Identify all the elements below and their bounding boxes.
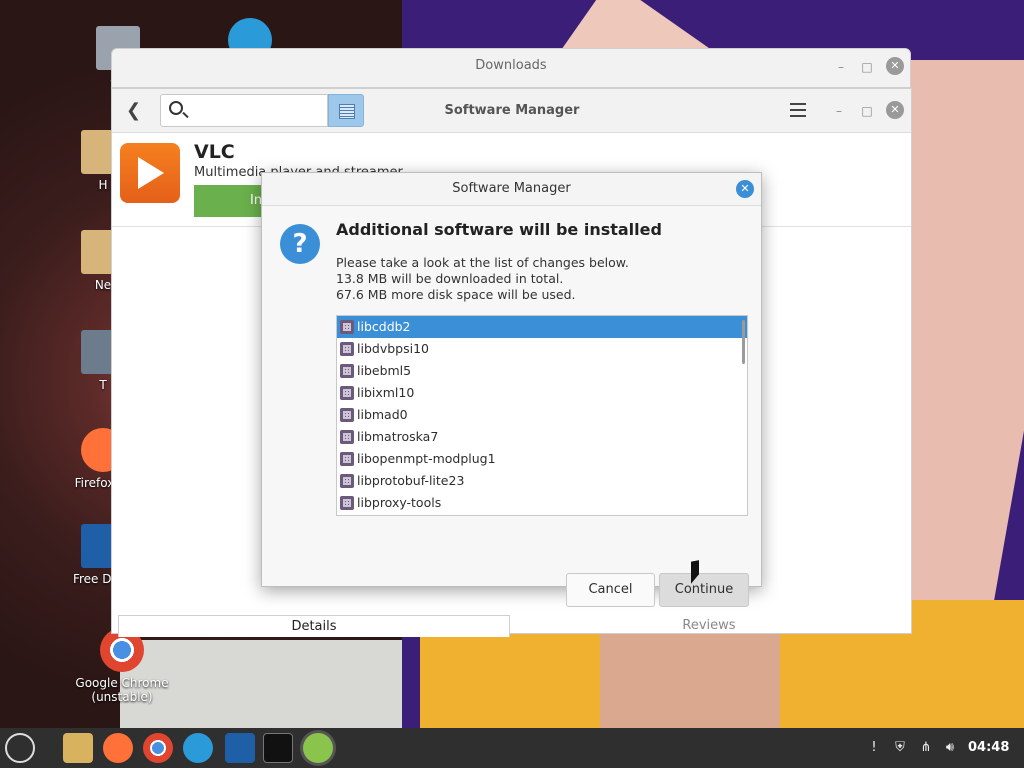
package-icon — [340, 496, 354, 510]
search-icon — [169, 101, 183, 115]
software-manager-icon[interactable] — [303, 733, 333, 763]
desktop-icon-google-chrome[interactable]: Google Chrome (unstable) — [74, 628, 170, 704]
question-icon: ? — [280, 224, 320, 264]
package-icon — [340, 320, 354, 334]
message-line: 13.8 MB will be downloaded in total. — [336, 271, 564, 286]
taskbar: ! ⛨ ⋔ 🔊︎ 04:48 — [0, 728, 1024, 768]
dialog-heading: Additional software will be installed — [336, 220, 662, 239]
list-item[interactable]: libmad0 — [337, 404, 747, 426]
hamburger-menu-icon[interactable] — [790, 103, 806, 117]
back-button[interactable]: ❮ — [126, 100, 141, 121]
package-icon — [340, 386, 354, 400]
package-icon — [340, 342, 354, 356]
tab-reviews[interactable]: Reviews — [510, 615, 908, 637]
files-icon[interactable] — [63, 733, 93, 763]
maximize-icon[interactable]: □ — [858, 102, 876, 120]
package-icon — [340, 430, 354, 444]
clock[interactable]: 04:48 — [968, 740, 1009, 755]
list-item[interactable]: libproxy-tools — [337, 492, 747, 514]
close-icon[interactable]: ✕ — [736, 180, 754, 198]
dialog-title: Software Manager — [452, 181, 571, 196]
downloads-window[interactable]: Downloads – □ ✕ — [111, 48, 911, 88]
vlc-logo-icon — [120, 143, 180, 203]
edge-dev-icon[interactable] — [183, 733, 213, 763]
list-item[interactable]: libcddb2 — [337, 316, 747, 338]
list-item[interactable]: libopenmpt-modplug1 — [337, 448, 747, 470]
minimize-icon[interactable]: – — [830, 102, 848, 120]
window-title: Downloads — [475, 58, 547, 73]
update-manager-icon[interactable]: ! — [866, 740, 882, 756]
message-line: Please take a look at the list of change… — [336, 255, 629, 270]
mint-menu-icon[interactable] — [5, 733, 35, 763]
package-icon — [340, 408, 354, 422]
list-item[interactable]: libdvbpsi10 — [337, 338, 747, 360]
search-category-button[interactable] — [328, 94, 364, 127]
package-icon — [340, 452, 354, 466]
volume-icon[interactable]: 🔊︎ — [942, 740, 958, 756]
scrollbar[interactable] — [742, 320, 745, 364]
package-icon — [340, 364, 354, 378]
detail-tabs: Details Reviews — [118, 615, 908, 637]
dialog-body: ? Additional software will be installed … — [262, 205, 761, 607]
message-line: 67.6 MB more disk space will be used. — [336, 287, 576, 302]
terminal-icon[interactable] — [263, 733, 293, 763]
maximize-icon[interactable]: □ — [858, 58, 876, 76]
tab-details[interactable]: Details — [118, 615, 510, 637]
continue-button[interactable]: Continue — [659, 573, 749, 607]
list-item[interactable]: libmatroska7 — [337, 426, 747, 448]
shield-icon[interactable]: ⛨ — [892, 740, 908, 756]
package-icon — [340, 474, 354, 488]
cancel-button[interactable]: Cancel — [566, 573, 655, 607]
header-bar: ❮ Software Manager – □ ✕ — [112, 89, 911, 133]
package-list[interactable]: libcddb2 libdvbpsi10 libebml5 libixml10 … — [336, 315, 748, 516]
list-item[interactable]: libixml10 — [337, 382, 747, 404]
mouse-cursor-icon — [691, 560, 699, 584]
free-download-manager-icon[interactable] — [225, 733, 255, 763]
list-item[interactable]: libprotobuf-lite23 — [337, 470, 747, 492]
additional-software-dialog: Software Manager ✕ ? Additional software… — [261, 172, 762, 607]
network-icon[interactable]: ⋔ — [918, 740, 934, 756]
dialog-message: Please take a look at the list of change… — [336, 255, 629, 303]
close-icon[interactable]: ✕ — [886, 101, 904, 119]
minimize-icon[interactable]: – — [832, 58, 850, 76]
app-name: VLC — [194, 141, 235, 163]
firefox-icon[interactable] — [103, 733, 133, 763]
window-title: Software Manager — [444, 103, 580, 118]
search-input[interactable] — [160, 94, 328, 127]
close-icon[interactable]: ✕ — [886, 57, 904, 75]
list-item[interactable]: libebml5 — [337, 360, 747, 382]
chrome-icon[interactable] — [143, 733, 173, 763]
